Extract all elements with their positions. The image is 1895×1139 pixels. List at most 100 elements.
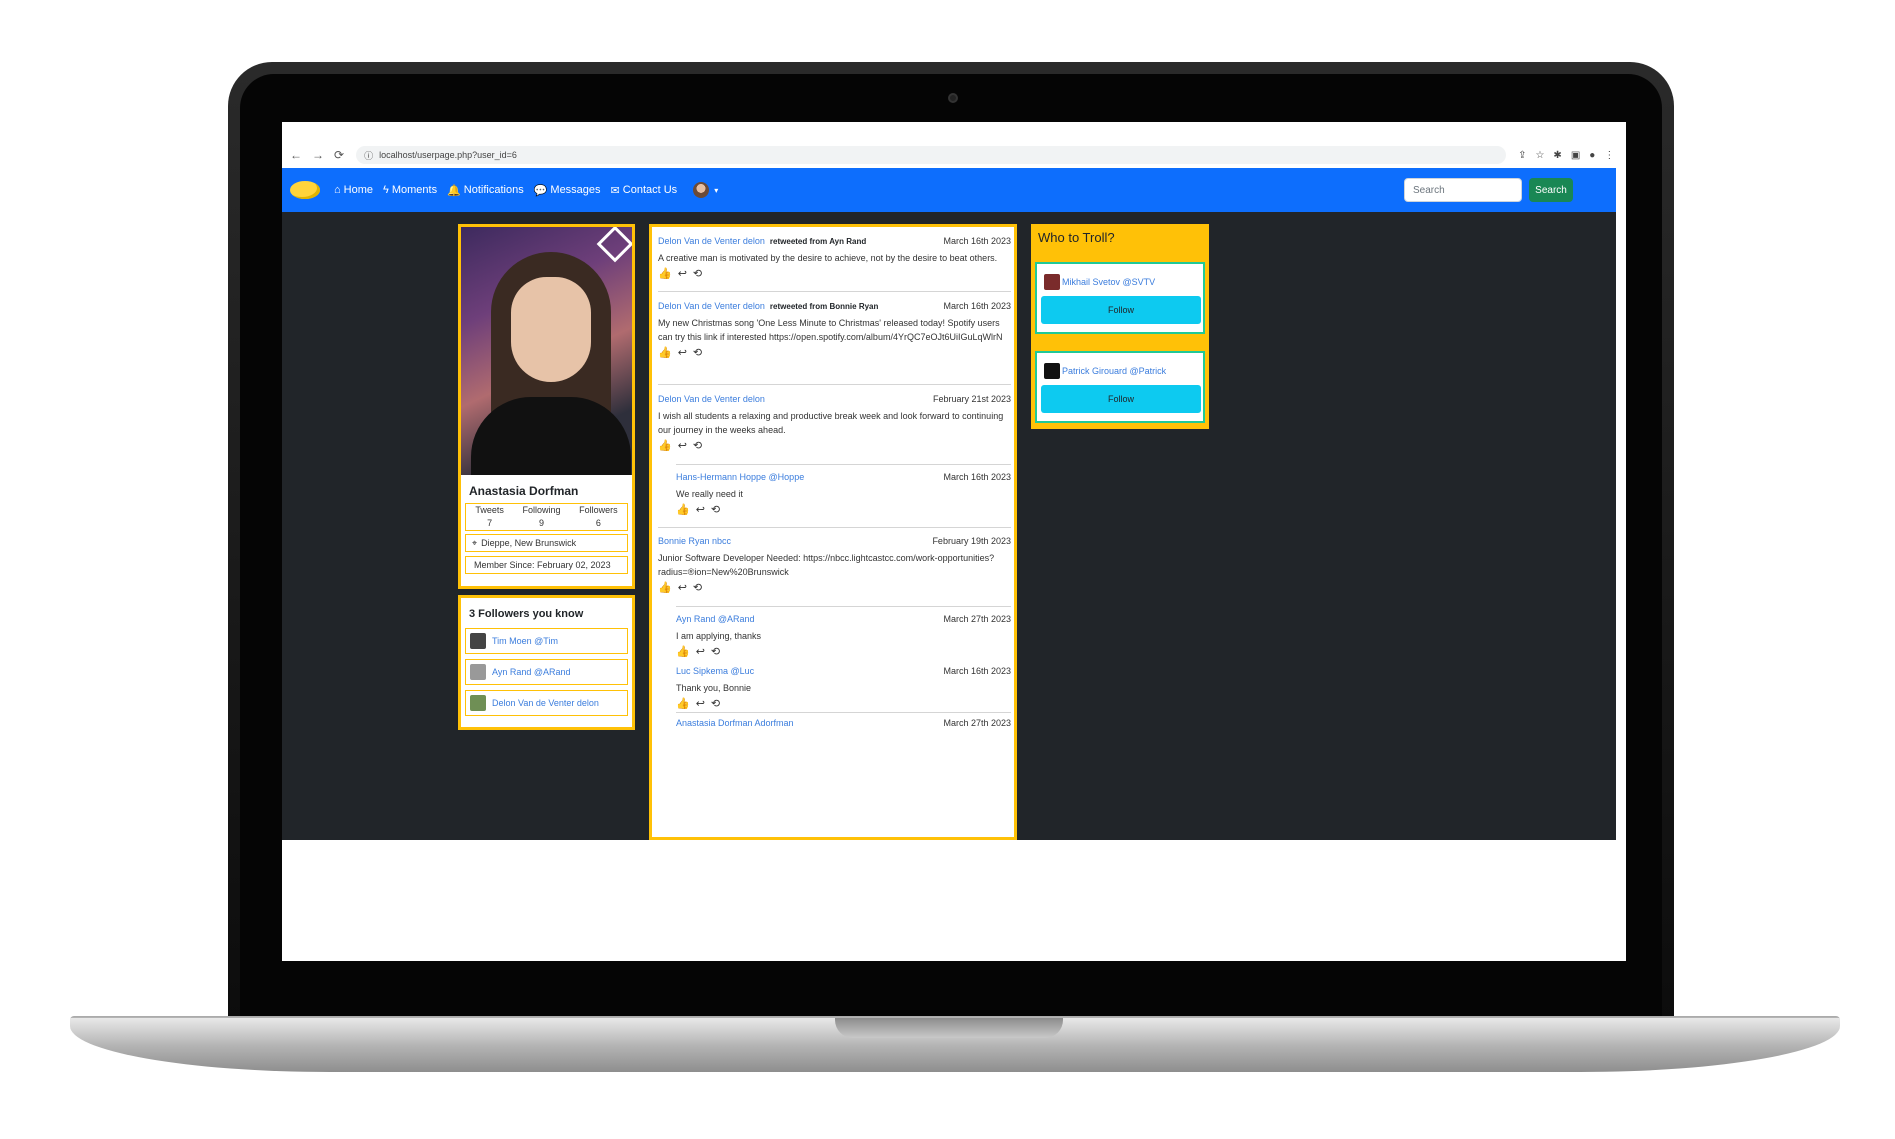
suggestion-name[interactable]: Mikhail Svetov @SVTV — [1062, 277, 1155, 287]
suggestion-name[interactable]: Patrick Girouard @Patrick — [1062, 366, 1166, 376]
site-info-icon[interactable]: ⓘ — [364, 149, 373, 162]
tweet-author[interactable]: Delon Van de Venter delon — [658, 301, 765, 311]
stat-tweets[interactable]: Tweets 7 — [475, 504, 504, 530]
like-icon[interactable]: 👍 — [676, 697, 690, 710]
menu-icon[interactable]: ⋮ — [1604, 150, 1614, 161]
retweet-icon[interactable]: ⟲ — [711, 697, 720, 710]
back-icon[interactable]: ← — [290, 148, 302, 162]
extensions-icon[interactable]: ✱ — [1553, 150, 1561, 161]
like-icon[interactable]: 👍 — [658, 346, 672, 359]
like-icon[interactable]: 👍 — [676, 503, 690, 516]
reply-icon[interactable]: ↩ — [678, 267, 687, 280]
retweet-icon[interactable]: ⟲ — [693, 581, 702, 594]
browser-toolbar: ← → ⟳ ⓘ localhost/userpage.php?user_id=6… — [282, 142, 1626, 168]
bookmark-star-icon[interactable]: ☆ — [1535, 150, 1544, 161]
avatar — [1044, 274, 1060, 290]
stat-value: 6 — [595, 518, 601, 528]
nav-moments[interactable]: ϟ Moments — [383, 182, 437, 198]
share-icon[interactable]: ⇪ — [1518, 150, 1526, 161]
tweet-feed: Delon Van de Venter delon retweeted from … — [649, 224, 1017, 840]
follow-button[interactable]: Follow — [1041, 296, 1201, 324]
screen: ← → ⟳ ⓘ localhost/userpage.php?user_id=6… — [282, 122, 1626, 961]
user-menu[interactable]: ▾ — [687, 182, 718, 198]
list-item[interactable]: Ayn Rand @ARand — [465, 659, 628, 685]
member-since: Member Since: February 02, 2023 — [465, 556, 628, 574]
envelope-icon: ✉ — [610, 184, 620, 197]
tweet-text: We really need it — [676, 489, 743, 499]
tweet-author[interactable]: Delon Van de Venter delon — [658, 236, 765, 246]
tweet-author[interactable]: Bonnie Ryan nbcc — [658, 536, 731, 546]
tweet-author[interactable]: Luc Sipkema @Luc — [676, 666, 754, 676]
follower-link[interactable]: Tim Moen @Tim — [492, 636, 558, 646]
like-icon[interactable]: 👍 — [676, 645, 690, 658]
list-item[interactable]: Delon Van de Venter delon — [465, 690, 628, 716]
profile-stats: Tweets 7 Following 9 Followers 6 — [465, 503, 628, 531]
webcam — [948, 93, 958, 103]
tweet-reply: Ayn Rand @ARand March 27th 2023 I am appl… — [676, 612, 1011, 658]
profile-photo — [461, 227, 632, 475]
profile-icon[interactable]: ● — [1589, 150, 1595, 161]
location-pin-icon: ⌖ — [472, 537, 478, 548]
tweet-author[interactable]: Ayn Rand @ARand — [676, 614, 755, 624]
tweet-text: A creative man is motivated by the desir… — [658, 253, 998, 263]
like-icon[interactable]: 👍 — [658, 439, 672, 452]
tweet-author[interactable]: Anastasia Dorfman Adorfman — [676, 718, 794, 728]
stat-followers[interactable]: Followers 6 — [579, 504, 618, 530]
followers-title: 3 Followers you know — [469, 608, 584, 620]
nav-notifications[interactable]: 🔔 Notifications — [447, 182, 524, 198]
reply-icon[interactable]: ↩ — [678, 581, 687, 594]
address-bar[interactable]: ⓘ localhost/userpage.php?user_id=6 — [356, 146, 1507, 164]
forward-icon[interactable]: → — [312, 148, 324, 162]
avatar — [470, 633, 486, 649]
like-icon[interactable]: 👍 — [658, 267, 672, 280]
lightning-icon: ϟ — [383, 184, 389, 196]
stat-value: 7 — [487, 518, 493, 528]
stat-following[interactable]: Following 9 — [522, 504, 560, 530]
reply-icon[interactable]: ↩ — [696, 503, 705, 516]
tweet-date: March 16th 2023 — [943, 236, 1011, 246]
avatar — [693, 182, 710, 198]
tweet: Delon Van de Venter delon retweeted from … — [658, 299, 1011, 359]
chevron-down-icon: ▾ — [714, 185, 719, 195]
retweet-icon[interactable]: ⟲ — [693, 346, 702, 359]
tweet-author[interactable]: Delon Van de Venter delon — [658, 394, 765, 404]
nav-home[interactable]: ⌂ Home — [334, 182, 373, 198]
tweet-date: February 19th 2023 — [932, 536, 1011, 546]
reload-icon[interactable]: ⟳ — [334, 148, 344, 162]
followers-you-know: 3 Followers you know Tim Moen @Tim Ayn R… — [458, 595, 635, 730]
location-text: Dieppe, New Brunswick — [481, 538, 577, 548]
follower-link[interactable]: Ayn Rand @ARand — [492, 667, 571, 677]
tweet-text: I am applying, thanks — [676, 631, 762, 641]
tweet: Bonnie Ryan nbcc February 19th 2023 Junio… — [658, 534, 1011, 594]
list-item[interactable]: Tim Moen @Tim — [465, 628, 628, 654]
tweet-date: March 16th 2023 — [943, 666, 1011, 676]
search-input[interactable]: Search — [1404, 178, 1522, 202]
follower-link[interactable]: Delon Van de Venter delon — [492, 698, 599, 708]
reply-icon[interactable]: ↩ — [696, 697, 705, 710]
retweet-icon[interactable]: ⟲ — [711, 645, 720, 658]
search-button[interactable]: Search — [1529, 178, 1573, 202]
navbar: ⌂ Home ϟ Moments 🔔 Notifications 💬 Messages … — [282, 168, 1616, 212]
nav-contact[interactable]: ✉ Contact Us — [611, 182, 678, 198]
retweet-icon[interactable]: ⟲ — [711, 503, 720, 516]
tweet-author[interactable]: Hans-Hermann Hoppe @Hoppe — [676, 472, 804, 482]
nav-messages[interactable]: 💬 Messages — [534, 182, 601, 198]
profile-name: Anastasia Dorfman — [469, 484, 579, 498]
home-icon: ⌂ — [334, 184, 341, 196]
divider — [676, 464, 1011, 465]
divider — [676, 712, 1011, 713]
browser-extensions: ⇪ ☆ ✱ ▣ ● ⋮ — [1518, 150, 1614, 161]
divider — [658, 291, 1011, 292]
reply-icon[interactable]: ↩ — [678, 439, 687, 452]
like-icon[interactable]: 👍 — [658, 581, 672, 594]
follow-button[interactable]: Follow — [1041, 385, 1201, 413]
retweet-label: retweeted from Ayn Rand — [769, 236, 867, 246]
retweet-icon[interactable]: ⟲ — [693, 267, 702, 280]
laptop-mockup: ← → ⟳ ⓘ localhost/userpage.php?user_id=6… — [0, 0, 1895, 1139]
lemon-logo[interactable] — [290, 181, 320, 199]
retweet-icon[interactable]: ⟲ — [693, 439, 702, 452]
tweet-date: March 27th 2023 — [943, 718, 1011, 728]
reply-icon[interactable]: ↩ — [696, 645, 705, 658]
side-panel-icon[interactable]: ▣ — [1571, 150, 1580, 161]
reply-icon[interactable]: ↩ — [678, 346, 687, 359]
